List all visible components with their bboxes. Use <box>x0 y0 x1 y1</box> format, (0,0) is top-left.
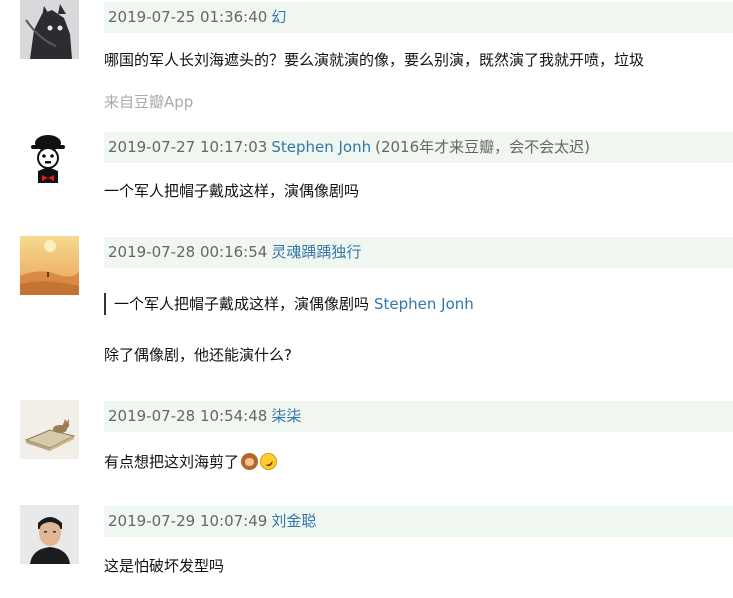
comment-item: 2019-07-28 10:54:48 柒柒 有点想把这刘海剪了 <box>0 400 733 490</box>
comment-text: 除了偶像剧，他还能演什么? <box>104 346 292 364</box>
comment-user-note: (2016年才来豆瓣，会不会太迟) <box>375 138 590 156</box>
comment-user-link[interactable]: Stephen Jonh <box>271 138 371 156</box>
comment-meta: 2019-07-28 00:16:54 灵魂踽踽独行 <box>104 237 733 268</box>
rolling-laughing-emoji <box>260 453 278 470</box>
comment-item: 2019-07-25 01:36:40 幻 哪国的军人长刘海遮头的？要么演就演的像… <box>0 0 733 120</box>
quoted-reply: 一个军人把帽子戴成这样，演偶像剧吗 Stephen Jonh <box>104 293 474 315</box>
comment-meta: 2019-07-25 01:36:40 幻 <box>104 2 733 33</box>
comment-text-content: 有点想把这刘海剪了 <box>104 453 240 471</box>
comment-user-link[interactable]: 柒柒 <box>271 407 301 425</box>
cat-avatar[interactable] <box>20 0 79 59</box>
desert-avatar[interactable] <box>20 236 79 295</box>
comment-item: 2019-07-28 00:16:54 灵魂踽踽独行 一个军人把帽子戴成这样，演偶… <box>0 236 733 376</box>
comment-text: 哪国的军人长刘海遮头的？要么演就演的像，要么别演，既然演了我就开喷，垃圾 <box>104 51 645 69</box>
comment-item: 2019-07-27 10:17:03 Stephen Jonh (2016年才来豆… <box>0 131 733 221</box>
comment-user-link[interactable]: 刘金聪 <box>271 512 316 530</box>
comment-timestamp: 2019-07-28 10:54:48 <box>108 407 268 425</box>
comment-user-link[interactable]: 灵魂踽踽独行 <box>271 243 361 261</box>
see-no-evil-monkey-emoji <box>241 453 259 470</box>
comment-meta: 2019-07-28 10:54:48 柒柒 <box>104 401 733 432</box>
comment-text: 有点想把这刘海剪了 <box>104 451 278 473</box>
comment-user-link[interactable]: 幻 <box>271 8 286 26</box>
comment-source: 来自豆瓣App <box>104 93 194 111</box>
cat-on-book-avatar[interactable] <box>20 400 79 459</box>
chaplin-avatar[interactable] <box>20 131 79 190</box>
comment-item: 2019-07-29 10:07:49 刘金聪 这是怕破坏发型吗 <box>0 505 733 598</box>
person-avatar[interactable] <box>20 505 79 564</box>
comment-meta: 2019-07-27 10:17:03 Stephen Jonh (2016年才来豆… <box>104 132 733 163</box>
comment-timestamp: 2019-07-25 01:36:40 <box>108 8 268 26</box>
comment-meta: 2019-07-29 10:07:49 刘金聪 <box>104 506 733 537</box>
comment-timestamp: 2019-07-27 10:17:03 <box>108 138 268 156</box>
comment-text: 这是怕破坏发型吗 <box>104 557 225 575</box>
comment-timestamp: 2019-07-29 10:07:49 <box>108 512 268 530</box>
comment-text: 一个军人把帽子戴成这样，演偶像剧吗 <box>104 182 360 200</box>
quoted-user-link[interactable]: Stephen Jonh <box>374 295 474 313</box>
quoted-text: 一个军人把帽子戴成这样，演偶像剧吗 <box>114 295 370 313</box>
comment-timestamp: 2019-07-28 00:16:54 <box>108 243 268 261</box>
